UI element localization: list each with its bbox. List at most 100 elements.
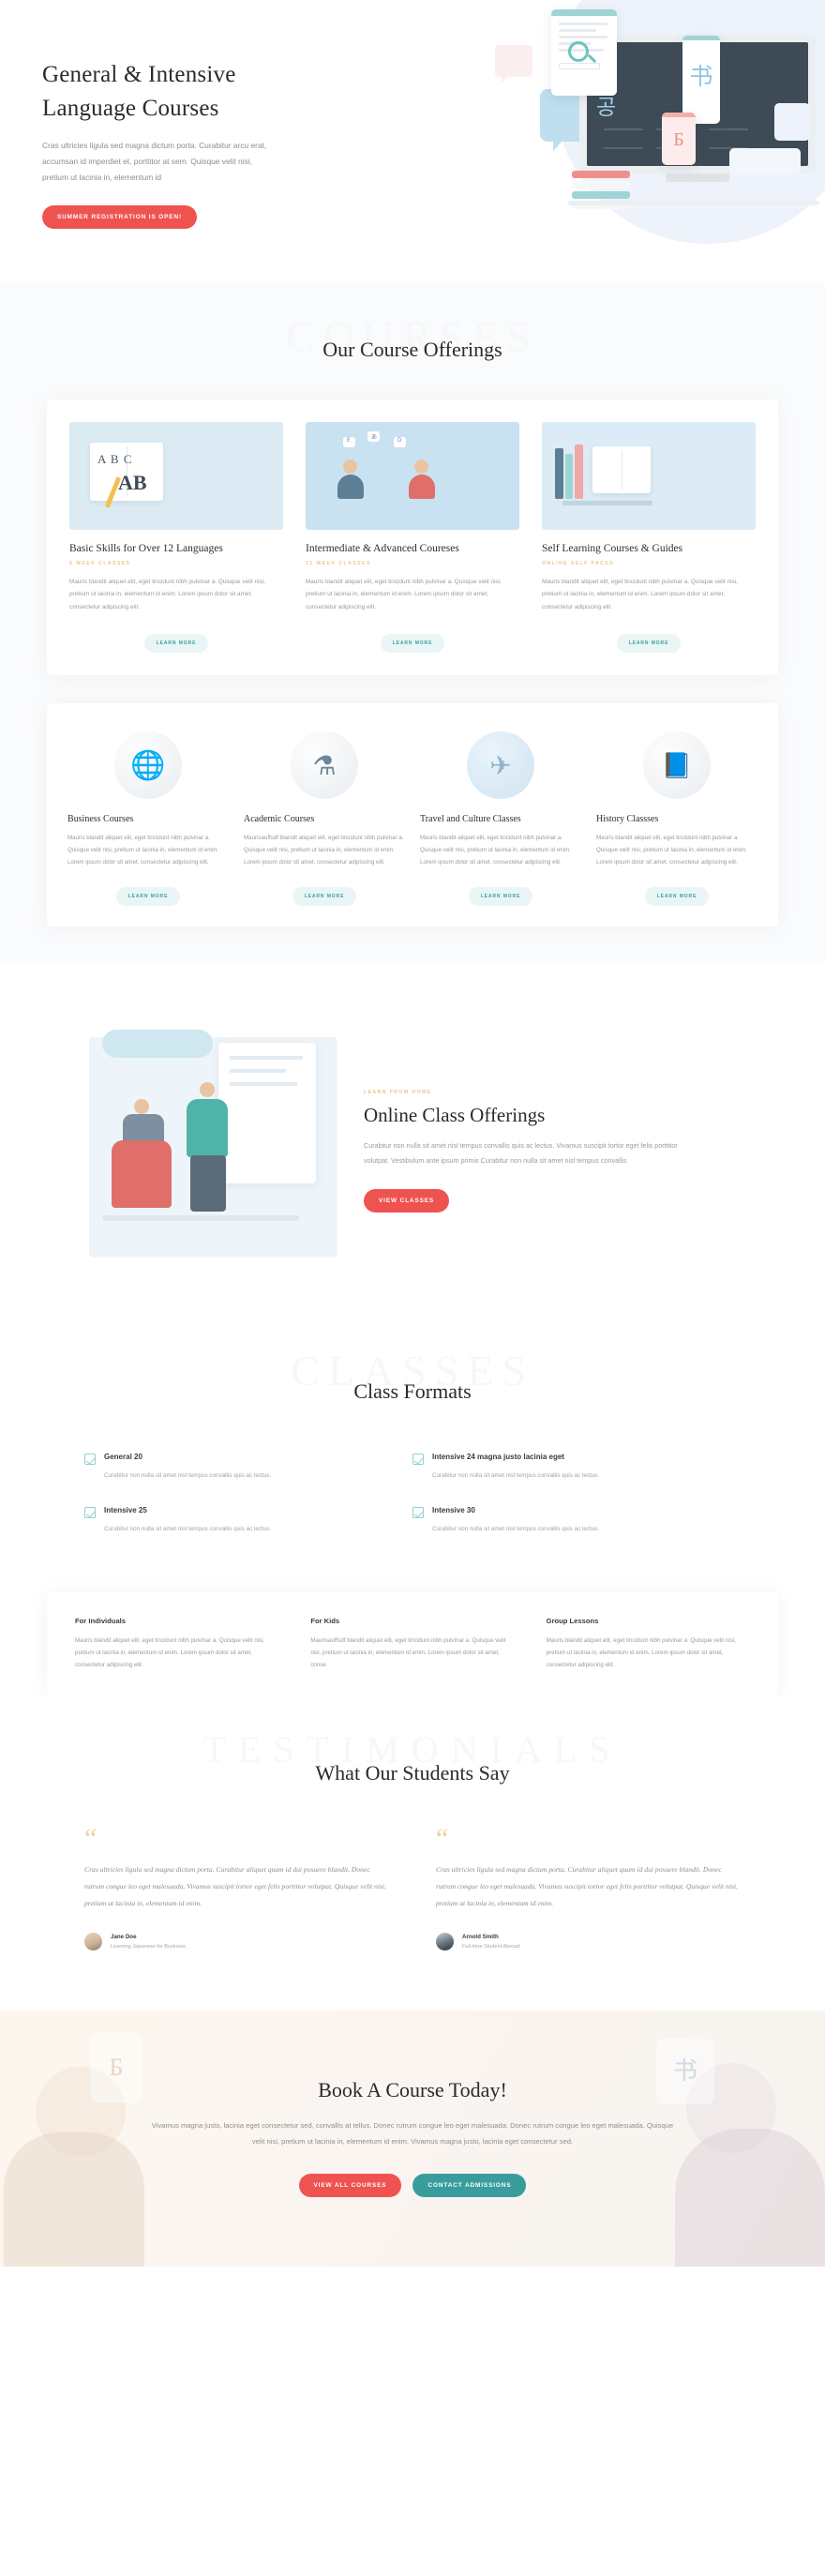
category-body: Mauris blandit aliquet elit, eget tincid… [68, 835, 218, 866]
speech-bubble-icon: D [394, 437, 406, 447]
open-book-icon [592, 446, 651, 493]
whiteboard-icon [218, 1043, 316, 1184]
learn-more-button[interactable]: LEARN MORE [115, 887, 181, 907]
offering-card-eyebrow: 6 WEEK CLASSES [69, 561, 131, 566]
offering-card-eyebrow: ONLINE SELF PACED [542, 561, 615, 566]
category-body: Mauris blandit aliquet elit, eget tincid… [420, 835, 571, 866]
teacher-legs-icon [190, 1155, 226, 1213]
hero-illustration: 书 공 Б [384, 0, 825, 281]
hero-title-line-1: General & Intensive [42, 62, 236, 87]
format-desc: Curabitur non nulla sit amet nisl tempus… [432, 1525, 600, 1532]
ab-letters-large: AB [118, 471, 147, 494]
format-name: Intensive 30 [432, 1505, 475, 1514]
learn-more-button[interactable]: LEARN MORE [468, 887, 533, 907]
class-formats-section: CLASSES Class Formats General 20 Curabit… [0, 1323, 825, 1696]
avatar [436, 1932, 454, 1951]
person-body-icon [409, 475, 435, 499]
summer-registration-button[interactable]: SUMMER REGISTRATION IS OPEN! [42, 205, 198, 230]
formats-title: Class Formats [353, 1379, 472, 1404]
audience-card: For Individuals Mauris blandit aliquet e… [75, 1617, 278, 1671]
offering-thumbnail: A B C AB [69, 422, 283, 530]
offerings-card-grid: A B C AB Basic Skills for Over 12 Langua… [47, 399, 778, 676]
chair-icon [112, 1140, 172, 1209]
format-item[interactable]: Intensive 24 magna justo lacinia eget Cu… [412, 1453, 741, 1481]
category-card[interactable]: ✈ Travel and Culture Classes Mauris blan… [420, 731, 581, 907]
category-card[interactable]: ⚗ Academic Courses Maurisauffsdf blandit… [244, 731, 405, 907]
book-magnifier-icon: 📘 [643, 731, 711, 800]
testimonial-author: Arnold Smith Full-time Student Abroad [436, 1932, 741, 1951]
books-stack-illustration [572, 171, 630, 212]
audience-panel: For Individuals Mauris blandit aliquet e… [47, 1592, 778, 1696]
flask-pencil-icon: ⚗ [291, 731, 358, 800]
audience-title: Group Lessons [546, 1617, 599, 1626]
contact-admissions-button[interactable]: CONTACT ADMISSIONS [412, 2173, 527, 2197]
offering-card[interactable]: A B C AB Basic Skills for Over 12 Langua… [69, 422, 283, 654]
background-person-left-body [4, 2132, 144, 2267]
chinese-character-card: 书 [682, 36, 720, 124]
offering-card-title: Intermediate & Advanced Coureses [306, 543, 459, 554]
learn-more-button[interactable]: LEARN MORE [380, 634, 445, 654]
checkmark-icon [412, 1454, 424, 1466]
author-role: Learning Japanese for Business [111, 1943, 186, 1950]
audience-card: For Kids Maurisauffsdf blandit aliquet e… [310, 1617, 514, 1671]
quote-icon: “ [84, 1823, 98, 1855]
online-classes-copy: LEARN FROM HOME Online Class Offerings C… [364, 1083, 687, 1213]
view-all-courses-button[interactable]: VIEW ALL COURSES [298, 2173, 402, 2197]
monitor-stand [666, 173, 729, 182]
book-spine-icon [575, 444, 583, 499]
category-card[interactable]: 📘 History Classses Mauris blandit alique… [596, 731, 758, 907]
testimonial-quote: Cras ultricies ligula sed magna dictum p… [436, 1865, 738, 1907]
offering-card[interactable]: Self Learning Courses & Guides ONLINE SE… [542, 422, 756, 654]
page-title: General & Intensive Language Courses [42, 58, 309, 125]
korean-glyph: 공 [596, 96, 617, 119]
online-classes-section: LEARN FROM HOME Online Class Offerings C… [0, 964, 825, 1324]
testimonials-title: What Our Students Say [315, 1761, 510, 1785]
checkmark-icon [412, 1506, 424, 1518]
format-item[interactable]: Intensive 30 Curabitur non nulla sit ame… [412, 1506, 741, 1534]
testimonial-author: Jane Doe Learning Japanese for Business [84, 1932, 389, 1951]
testimonial-card: “ Cras ultricies ligula sed magna dictum… [436, 1823, 741, 1951]
person-head-icon [343, 459, 357, 474]
offering-card-body: Mauris blandit aliquet elit, eget tincid… [69, 579, 265, 610]
learn-more-button[interactable]: LEARN MORE [644, 887, 710, 907]
author-name: Jane Doe [111, 1933, 137, 1940]
book-spine-icon [555, 448, 563, 499]
format-item[interactable]: Intensive 25 Curabitur non nulla sit ame… [84, 1506, 412, 1534]
offering-card[interactable]: E あ D Intermediate & Advanced Coureses 1… [306, 422, 519, 654]
hero-section: 书 공 Б General & Intensive Language Cours… [0, 0, 825, 281]
online-eyebrow: LEARN FROM HOME [364, 1089, 432, 1095]
cta-body: Vivamus magna justo, lacinia eget consec… [151, 2120, 674, 2146]
decorative-square-1 [774, 103, 810, 141]
checkmark-icon [84, 1454, 96, 1466]
format-name: General 20 [104, 1453, 142, 1462]
format-name: Intensive 24 magna justo lacinia eget [432, 1453, 564, 1462]
audience-title: For Kids [310, 1617, 340, 1626]
student-head-icon [134, 1099, 149, 1115]
learn-more-button[interactable]: LEARN MORE [616, 634, 682, 654]
background-person-right-body [675, 2128, 825, 2267]
category-body: Maurisauffsdf blandit aliquet elit, eget… [244, 835, 404, 866]
learn-more-button[interactable]: LEARN MORE [143, 634, 209, 654]
quote-icon: “ [436, 1823, 449, 1855]
offering-card-body: Mauris blandit aliquet elit, eget tincid… [542, 579, 738, 610]
speech-bubble-icon: E [343, 437, 355, 447]
online-title: Online Class Offerings [364, 1103, 546, 1126]
testimonial-quote: Cras ultricies ligula sed magna dictum p… [84, 1865, 386, 1907]
book-spine-icon [565, 454, 573, 499]
testimonials-section: TESTIMONIALS What Our Students Say “ Cra… [0, 1695, 825, 2011]
audience-title: For Individuals [75, 1617, 127, 1626]
view-classes-button[interactable]: VIEW CLASSES [364, 1189, 450, 1213]
category-card[interactable]: 🌐 Business Courses Mauris blandit alique… [68, 731, 229, 907]
speech-bubble-icon [102, 1030, 213, 1059]
category-body: Mauris blandit aliquet elit, eget tincid… [596, 835, 747, 866]
floor-line [102, 1215, 299, 1222]
cta-button-group: VIEW ALL COURSES CONTACT ADMISSIONS [0, 2173, 825, 2197]
teacher-head-icon [200, 1082, 215, 1098]
offering-thumbnail: E あ D [306, 422, 519, 530]
learn-more-button[interactable]: LEARN MORE [292, 887, 357, 907]
globe-icon: 🌐 [114, 731, 182, 800]
hero-description: Cras ultricies ligula sed magna dictum p… [42, 141, 267, 182]
format-item[interactable]: General 20 Curabitur non nulla sit amet … [84, 1453, 412, 1481]
avatar [84, 1932, 102, 1951]
audience-body: Maurisauffsdf blandit aliquet elit, eget… [310, 1637, 506, 1668]
